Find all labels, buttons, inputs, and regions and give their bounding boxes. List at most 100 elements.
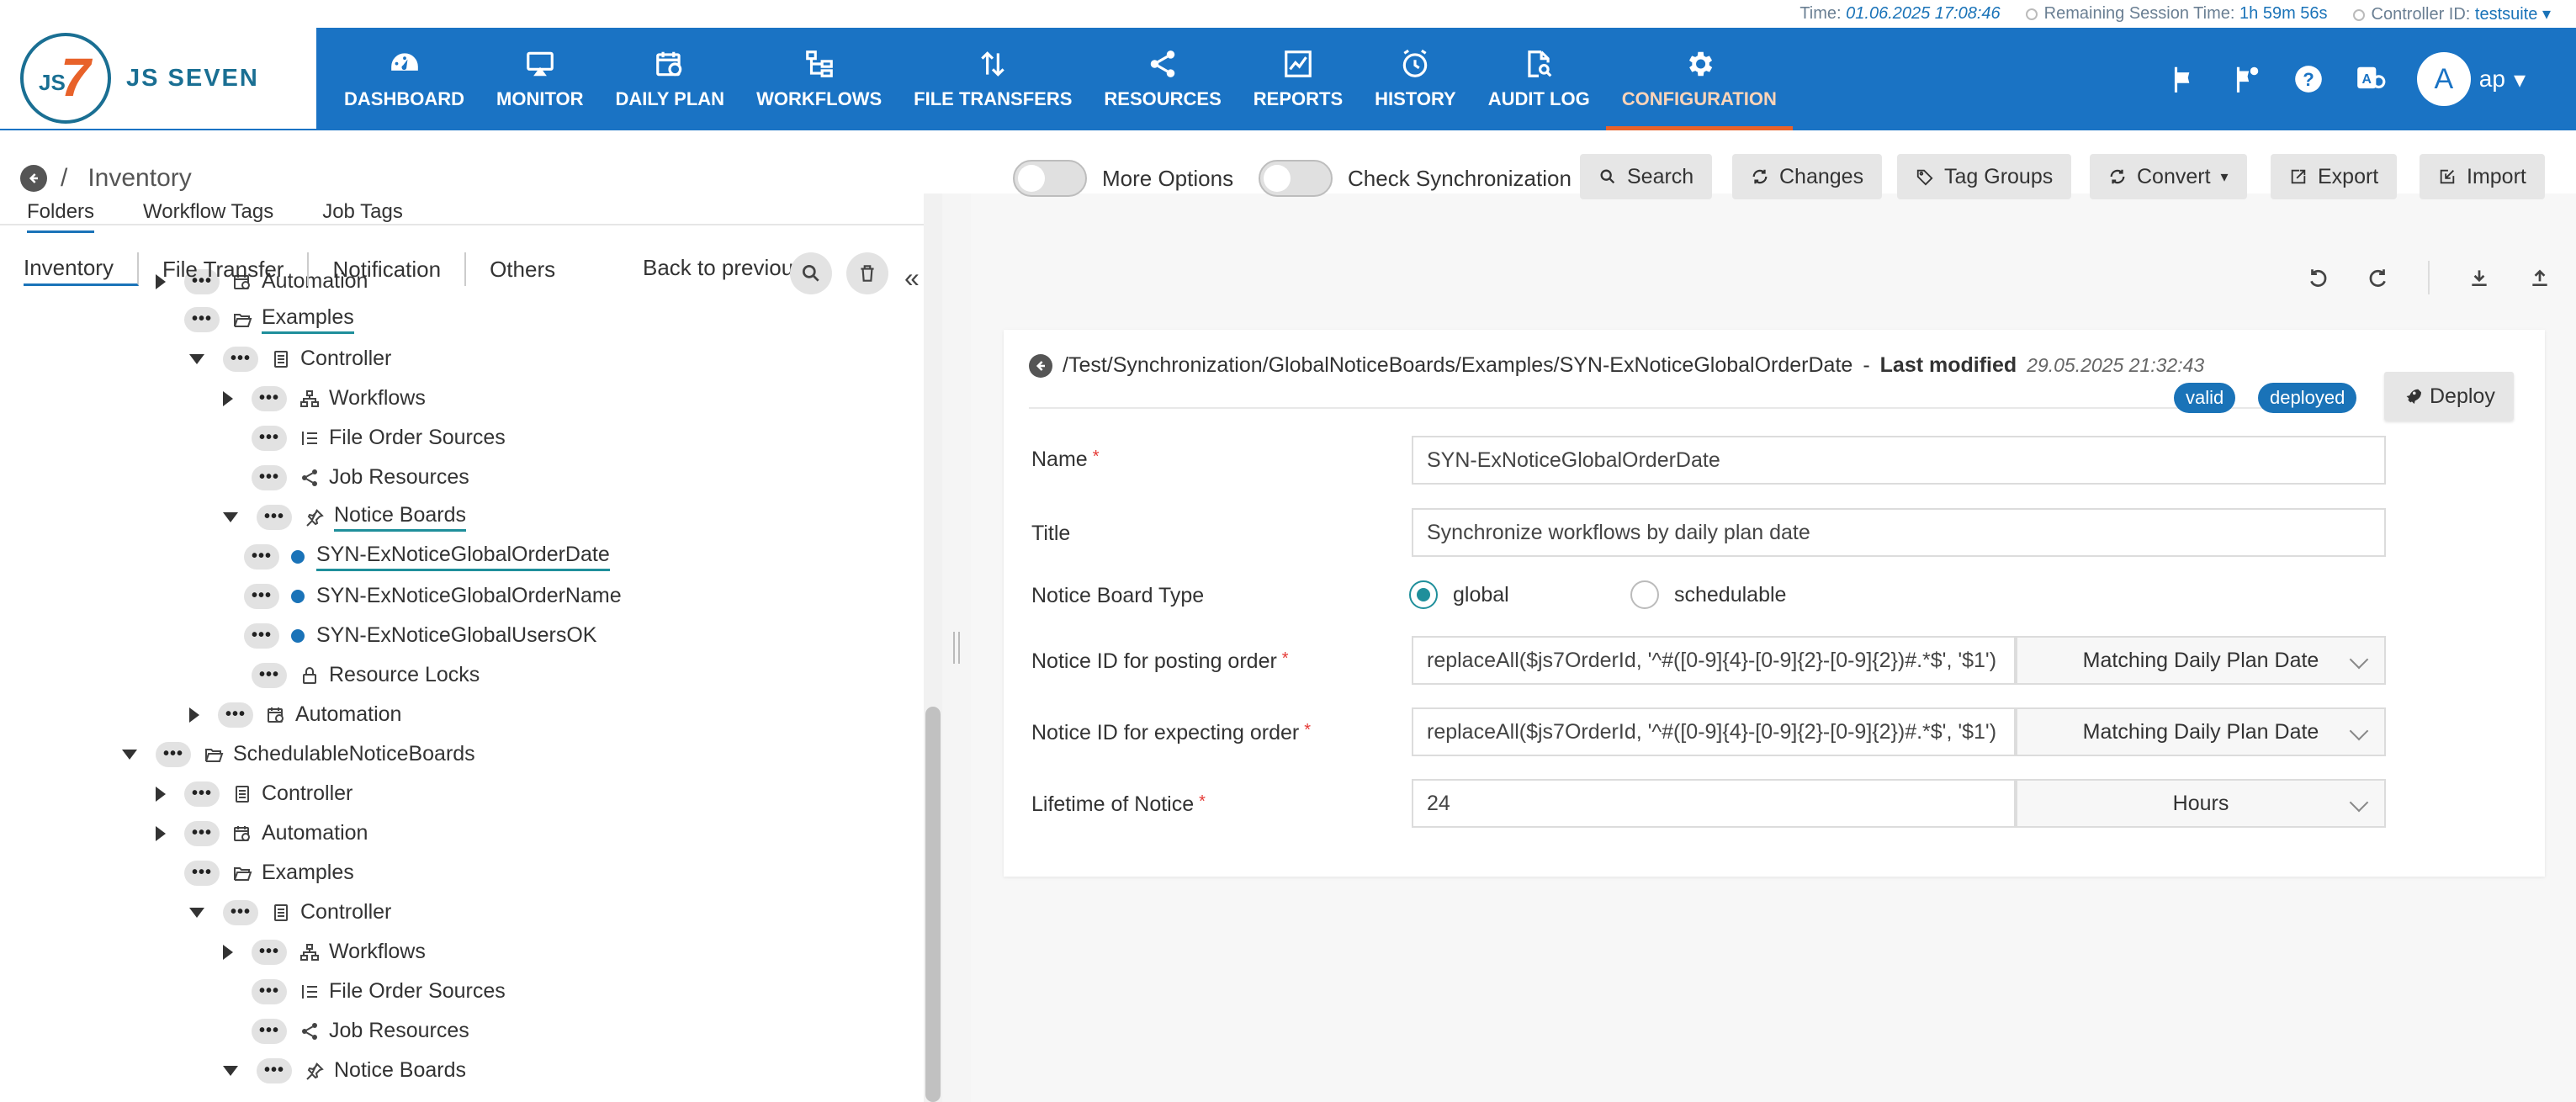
- title-field[interactable]: Synchronize workflows by daily plan date: [1412, 508, 2386, 557]
- nav-workflows[interactable]: WORKFLOWS: [740, 28, 898, 130]
- collapsed-caret-icon[interactable]: [223, 944, 233, 960]
- panel-splitter[interactable]: [942, 193, 971, 1102]
- user-menu[interactable]: A ap ▾: [2416, 52, 2526, 106]
- collapsed-caret-icon[interactable]: [223, 390, 233, 406]
- tree-node[interactable]: ••• Job Resources: [223, 458, 469, 497]
- tree-node[interactable]: ••• Examples: [156, 853, 354, 893]
- tab-job-tags[interactable]: Job Tags: [322, 200, 403, 233]
- nav-file-transfers[interactable]: FILE TRANSFERS: [898, 28, 1088, 130]
- flag-icon[interactable]: [2168, 63, 2200, 95]
- nav-audit-log[interactable]: AUDIT LOG: [1472, 28, 1606, 130]
- back-arrow-icon[interactable]: [20, 165, 47, 192]
- tree-node[interactable]: ••• Examples: [156, 299, 354, 339]
- check-sync-switch[interactable]: [1259, 160, 1333, 197]
- tree-node[interactable]: ••• Workflows: [223, 379, 426, 418]
- node-menu-button[interactable]: •••: [252, 939, 287, 965]
- tree-node[interactable]: ••• Resource Locks: [223, 655, 480, 695]
- expanded-caret-icon[interactable]: [189, 353, 204, 364]
- back-arrow-icon[interactable]: [1029, 353, 1052, 378]
- type-schedulable-radio[interactable]: schedulable: [1630, 580, 1786, 609]
- name-field[interactable]: SYN-ExNoticeGlobalOrderDate: [1412, 436, 2386, 485]
- node-menu-button[interactable]: •••: [184, 820, 220, 846]
- tree-node[interactable]: ••• Controller: [156, 774, 352, 813]
- node-menu-button[interactable]: •••: [223, 346, 258, 372]
- nav-history[interactable]: HISTORY: [1359, 28, 1472, 130]
- nav-monitor[interactable]: MONITOR: [480, 28, 599, 130]
- node-menu-button[interactable]: •••: [184, 860, 220, 886]
- tree-node[interactable]: ••• Controller: [189, 893, 391, 932]
- export-button[interactable]: Export: [2271, 154, 2398, 199]
- node-menu-button[interactable]: •••: [252, 385, 287, 411]
- node-menu-button[interactable]: •••: [257, 504, 292, 530]
- nav-dashboard[interactable]: DASHBOARD: [328, 28, 480, 130]
- tree-node[interactable]: ••• File Order Sources: [223, 418, 506, 458]
- node-menu-button[interactable]: •••: [252, 978, 287, 1004]
- tree-node[interactable]: ••• SchedulableNoticeBoards: [122, 734, 475, 774]
- nav-daily-plan[interactable]: DAILY PLAN: [599, 28, 740, 130]
- upload-icon[interactable]: [2529, 267, 2551, 289]
- node-menu-button[interactable]: •••: [257, 1057, 292, 1083]
- expecting-match-select[interactable]: Matching Daily Plan Date: [2016, 707, 2386, 756]
- lifetime-unit-select[interactable]: Hours: [2016, 779, 2386, 828]
- tree-node[interactable]: ••• Automation: [156, 813, 368, 853]
- controller-status[interactable]: Controller ID: testsuite ▾: [2352, 3, 2551, 24]
- tab-folders[interactable]: Folders: [27, 200, 95, 233]
- node-menu-button[interactable]: •••: [184, 306, 220, 332]
- search-button[interactable]: Search: [1580, 154, 1713, 199]
- posting-notice-id-field[interactable]: replaceAll($js7OrderId, '^#([0-9]{4}-[0-…: [1412, 636, 2016, 685]
- collapse-panel-icon[interactable]: «: [904, 262, 920, 294]
- lifetime-field[interactable]: 24: [1412, 779, 2016, 828]
- expanded-caret-icon[interactable]: [223, 511, 238, 522]
- import-button[interactable]: Import: [2420, 154, 2545, 199]
- tab-inventory[interactable]: Inventory: [24, 252, 139, 286]
- tree-node[interactable]: ••• Notice Boards: [223, 497, 467, 537]
- more-options-switch[interactable]: [1013, 160, 1087, 197]
- undo-icon[interactable]: [2307, 267, 2329, 289]
- node-menu-button[interactable]: •••: [244, 583, 279, 609]
- node-menu-button[interactable]: •••: [252, 464, 287, 490]
- expecting-notice-id-field[interactable]: replaceAll($js7OrderId, '^#([0-9]{4}-[0-…: [1412, 707, 2016, 756]
- node-menu-button[interactable]: •••: [252, 1018, 287, 1044]
- more-options-toggle[interactable]: More Options: [1013, 160, 1233, 197]
- node-menu-button[interactable]: •••: [252, 662, 287, 688]
- tree-node[interactable]: ••• Workflows: [223, 932, 426, 972]
- node-menu-button[interactable]: •••: [218, 702, 253, 728]
- back-to-previous-link[interactable]: Back to previous object: [636, 255, 813, 281]
- node-menu-button[interactable]: •••: [156, 741, 191, 767]
- flag-gear-icon[interactable]: [2230, 63, 2262, 95]
- nav-configuration[interactable]: CONFIGURATION: [1605, 28, 1793, 130]
- tree-trash-button[interactable]: [846, 252, 888, 294]
- expanded-caret-icon[interactable]: [223, 1065, 238, 1076]
- tree-node[interactable]: ••• SYN-ExNoticeGlobalUsersOK: [244, 616, 596, 655]
- expanded-caret-icon[interactable]: [189, 907, 204, 918]
- check-synchronization-toggle[interactable]: Check Synchronization: [1259, 160, 1572, 197]
- node-menu-button[interactable]: •••: [244, 543, 279, 570]
- nav-reports[interactable]: REPORTS: [1238, 28, 1359, 130]
- tree-node[interactable]: ••• SYN-ExNoticeGlobalOrderName: [244, 576, 622, 616]
- tree-scrollbar[interactable]: [924, 193, 942, 1102]
- node-menu-button[interactable]: •••: [184, 781, 220, 807]
- deploy-button[interactable]: Deploy: [2384, 372, 2514, 421]
- scrollbar-thumb[interactable]: [925, 707, 941, 1102]
- tree-node[interactable]: ••• Notice Boards: [223, 1051, 466, 1090]
- logo[interactable]: JS 7 JS SEVEN: [0, 28, 316, 130]
- collapsed-caret-icon[interactable]: [156, 786, 166, 802]
- changes-button[interactable]: Changes: [1732, 154, 1883, 199]
- node-menu-button[interactable]: •••: [223, 899, 258, 925]
- tree-node[interactable]: ••• Job Resources: [223, 1011, 469, 1051]
- nav-resources[interactable]: RESOURCES: [1088, 28, 1237, 130]
- tree-search-button[interactable]: [790, 252, 832, 294]
- tab-others[interactable]: Others: [466, 252, 579, 286]
- collapsed-caret-icon[interactable]: [189, 707, 199, 723]
- posting-match-select[interactable]: Matching Daily Plan Date: [2016, 636, 2386, 685]
- convert-dropdown[interactable]: Convert ▾: [2090, 154, 2247, 199]
- redo-icon[interactable]: [2367, 267, 2389, 289]
- expanded-caret-icon[interactable]: [122, 749, 137, 760]
- download-icon[interactable]: [2468, 267, 2490, 289]
- tree-node[interactable]: ••• Automation: [189, 695, 401, 734]
- node-menu-button[interactable]: •••: [244, 623, 279, 649]
- node-menu-button[interactable]: •••: [252, 425, 287, 451]
- type-global-radio[interactable]: global: [1409, 580, 1509, 609]
- tag-groups-button[interactable]: Tag Groups: [1897, 154, 2072, 199]
- tab-notification[interactable]: Notification: [309, 252, 467, 286]
